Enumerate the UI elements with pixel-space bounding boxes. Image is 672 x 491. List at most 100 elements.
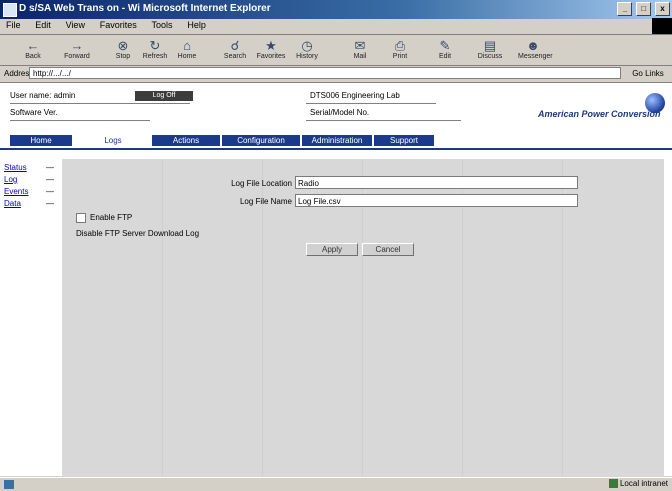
forward-button[interactable]: → Forward bbox=[62, 38, 92, 63]
toolbar: ← Back → Forward ⊗ Stop ↻ Refresh ⌂ Home ☌ Sea… bbox=[0, 35, 672, 66]
cancel-button[interactable]: Cancel bbox=[362, 243, 414, 256]
stop-label: Stop bbox=[115, 53, 131, 60]
minimize-button[interactable]: _ bbox=[617, 2, 633, 16]
device-name-text: DTS006 Engineering Lab bbox=[310, 91, 400, 100]
nav-dash: — bbox=[46, 163, 54, 172]
favorites-label: Favorites bbox=[256, 53, 286, 60]
header-row-1: User name: admin Log Off DTS006 Engineer… bbox=[10, 88, 660, 104]
zone-label: Local intranet bbox=[619, 479, 668, 488]
search-button[interactable]: ☌ Search bbox=[220, 38, 250, 63]
security-zone: Local intranet bbox=[608, 479, 668, 489]
window-title: D s/SA Web Trans on - Wi Microsoft Inter… bbox=[19, 3, 271, 14]
page-status-icon bbox=[4, 480, 14, 489]
ie-logo bbox=[652, 18, 672, 34]
menu-edit[interactable]: Edit bbox=[29, 19, 57, 31]
menu-file[interactable]: File bbox=[0, 19, 27, 31]
menu-bar: File Edit View Favorites Tools Help bbox=[0, 18, 672, 35]
tab-underline bbox=[0, 148, 672, 150]
tab-home[interactable]: Home bbox=[10, 135, 72, 146]
search-label: Search bbox=[223, 53, 247, 60]
back-button[interactable]: ← Back bbox=[18, 38, 48, 63]
back-label: Back bbox=[25, 53, 41, 60]
nav-dash: — bbox=[46, 199, 54, 208]
forward-arrow-icon: → bbox=[70, 38, 84, 53]
tab-support[interactable]: Support bbox=[374, 135, 434, 146]
address-bar: Address http://.../.../ Go Links bbox=[0, 66, 672, 83]
print-icon: ⎙ bbox=[394, 38, 406, 53]
ftp-note-text: Disable FTP Server Download Log bbox=[76, 229, 200, 238]
log-name-label: Log File Name bbox=[239, 197, 292, 206]
history-icon: ◷ bbox=[301, 38, 313, 53]
underline bbox=[10, 103, 190, 104]
discuss-icon: ▤ bbox=[483, 38, 497, 53]
tab-bar: Home Logs Actions Configuration Administ… bbox=[0, 133, 672, 149]
content-panel: Log File Location Radio Log File Name Lo… bbox=[62, 159, 664, 477]
refresh-label: Refresh bbox=[142, 53, 168, 60]
enable-ftp-label: Enable FTP bbox=[90, 213, 133, 222]
print-button[interactable]: ⎙ Print bbox=[385, 38, 415, 63]
mail-icon: ✉ bbox=[354, 38, 366, 53]
window-controls: _ □ x bbox=[616, 2, 670, 16]
panel-stripe bbox=[262, 159, 263, 477]
maximize-button[interactable]: □ bbox=[636, 2, 652, 16]
tab-administration[interactable]: Administration bbox=[302, 135, 372, 146]
zone-icon bbox=[608, 479, 618, 489]
history-label: History bbox=[296, 53, 318, 60]
log-name-input[interactable]: Log File.csv bbox=[295, 194, 578, 207]
serial-model-text: Serial/Model No. bbox=[310, 108, 370, 117]
status-bar: Local intranet bbox=[0, 477, 672, 491]
go-button[interactable]: Go Links bbox=[628, 67, 668, 80]
mail-label: Mail bbox=[353, 53, 367, 60]
panel-stripe bbox=[162, 159, 163, 477]
edit-icon: ✎ bbox=[439, 38, 451, 53]
history-button[interactable]: ◷ History bbox=[292, 38, 322, 63]
refresh-icon: ↻ bbox=[149, 38, 161, 53]
refresh-button[interactable]: ↻ Refresh bbox=[140, 38, 170, 63]
favorites-icon: ★ bbox=[265, 38, 277, 53]
brand-logo-text: American Power Conversion bbox=[538, 109, 661, 119]
menu-tools[interactable]: Tools bbox=[146, 19, 179, 31]
menu-view[interactable]: View bbox=[60, 19, 91, 31]
back-arrow-icon: ← bbox=[26, 38, 40, 53]
stop-icon: ⊗ bbox=[117, 38, 129, 53]
menu-help[interactable]: Help bbox=[181, 19, 212, 31]
tab-logs[interactable]: Logs bbox=[92, 135, 134, 146]
messenger-label: Messenger bbox=[518, 53, 553, 60]
apply-button[interactable]: Apply bbox=[306, 243, 358, 256]
underline bbox=[306, 120, 461, 121]
log-location-label: Log File Location bbox=[231, 179, 292, 188]
home-button[interactable]: ⌂ Home bbox=[172, 38, 202, 63]
ie-icon bbox=[3, 3, 17, 17]
close-button[interactable]: x bbox=[655, 2, 670, 16]
left-nav: Status Log Events Data — — — — bbox=[4, 163, 59, 211]
window-titlebar: D s/SA Web Trans on - Wi Microsoft Inter… bbox=[0, 0, 672, 19]
home-label: Home bbox=[177, 53, 197, 60]
messenger-button[interactable]: ☻ Messenger bbox=[518, 38, 553, 63]
forward-label: Forward bbox=[64, 53, 90, 60]
discuss-button[interactable]: ▤ Discuss bbox=[475, 38, 505, 63]
log-location-input[interactable]: Radio bbox=[295, 176, 578, 189]
menu-favorites[interactable]: Favorites bbox=[94, 19, 143, 31]
log-off-button[interactable]: Log Off bbox=[135, 91, 193, 101]
discuss-label: Discuss bbox=[477, 53, 503, 60]
web-page: User name: admin Log Off DTS006 Engineer… bbox=[0, 83, 672, 477]
nav-dash: — bbox=[46, 187, 54, 196]
tab-configuration[interactable]: Configuration bbox=[222, 135, 300, 146]
software-version-text: Software Ver. bbox=[10, 108, 58, 117]
underline bbox=[306, 103, 436, 104]
tab-actions[interactable]: Actions bbox=[152, 135, 220, 146]
print-label: Print bbox=[392, 53, 408, 60]
stop-button[interactable]: ⊗ Stop bbox=[108, 38, 138, 63]
edit-label: Edit bbox=[438, 53, 452, 60]
enable-ftp-checkbox[interactable] bbox=[76, 213, 86, 223]
nav-dash: — bbox=[46, 175, 54, 184]
globe-logo-icon bbox=[645, 93, 665, 113]
favorites-button[interactable]: ★ Favorites bbox=[256, 38, 286, 63]
search-icon: ☌ bbox=[230, 38, 240, 53]
mail-button[interactable]: ✉ Mail bbox=[345, 38, 375, 63]
address-input[interactable]: http://.../.../ bbox=[29, 67, 621, 79]
messenger-icon: ☻ bbox=[526, 38, 540, 53]
home-icon: ⌂ bbox=[183, 38, 191, 53]
edit-button[interactable]: ✎ Edit bbox=[430, 38, 460, 63]
underline bbox=[10, 120, 150, 121]
